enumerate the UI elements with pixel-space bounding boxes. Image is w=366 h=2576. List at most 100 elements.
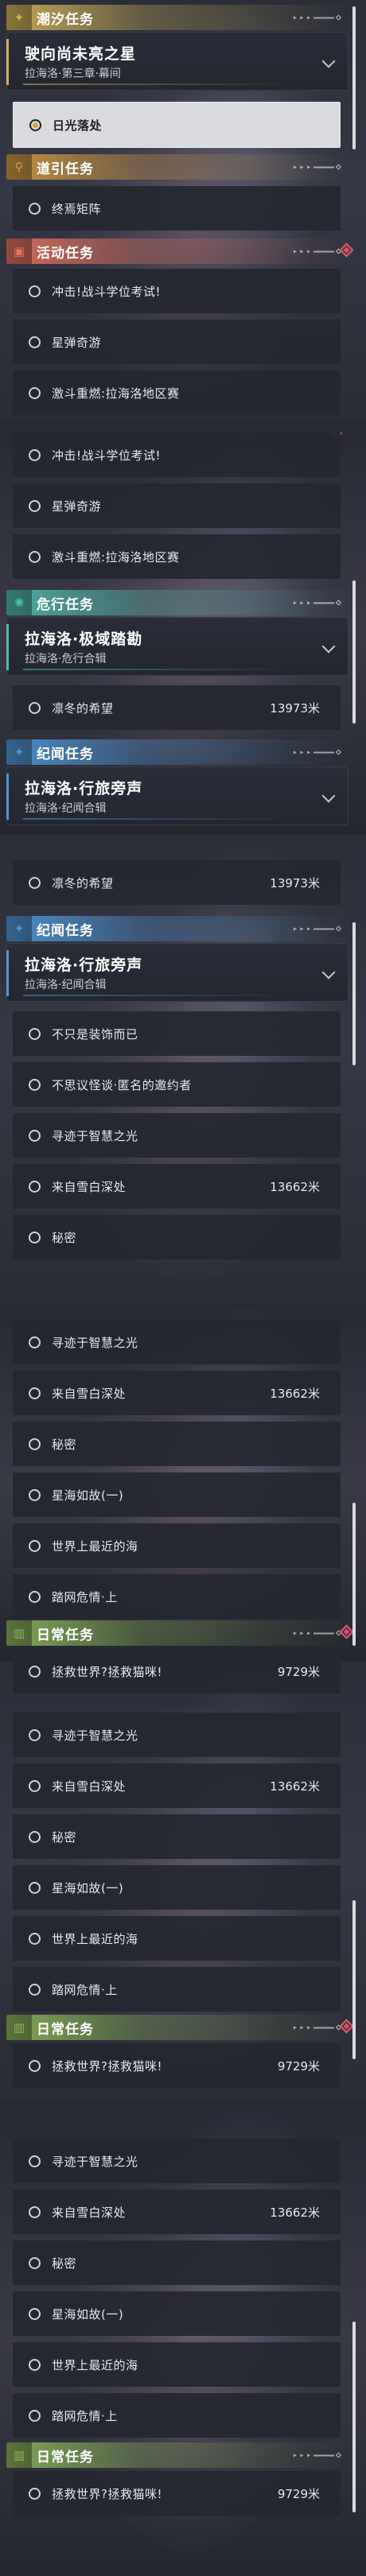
quest-series-card[interactable]: 驶向尚未亮之星 拉海洛·第三章·幕间: [6, 32, 348, 91]
radio-circle-icon[interactable]: [29, 1129, 41, 1142]
quest-category-header[interactable]: ▣ 活动任务 ▸ ▸ ▸: [6, 239, 354, 264]
quest-category-header[interactable]: ▥ 日常任务 ▸ ▸ ▸: [6, 2015, 354, 2040]
radio-circle-icon[interactable]: [29, 2409, 41, 2422]
quest-category-header[interactable]: ✦ 潮汐任务 ▸ ▸ ▸: [6, 5, 348, 30]
quest-item[interactable]: 寻迹于智慧之光: [13, 2139, 341, 2183]
quest-item[interactable]: 秘密: [13, 2240, 341, 2285]
chevron-down-icon[interactable]: [321, 965, 336, 980]
quest-item[interactable]: 日光落处: [13, 102, 341, 148]
scrollbar-thumb[interactable]: [352, 1503, 356, 1646]
quest-item[interactable]: 世界上最近的海: [13, 2342, 341, 2387]
quest-item[interactable]: 踏网危情·上: [13, 1967, 341, 2012]
quest-item[interactable]: 踏网危情·上: [13, 1574, 341, 1619]
quest-item[interactable]: 星弹奇游: [13, 483, 341, 528]
quest-item[interactable]: 拯救世界?拯救猫咪! 9729米: [13, 1649, 341, 1693]
radio-circle-icon[interactable]: [29, 448, 41, 461]
radio-circle-icon[interactable]: [29, 1830, 41, 1843]
chevron-down-icon[interactable]: [321, 54, 336, 68]
quest-item[interactable]: 寻迹于智慧之光: [13, 1320, 341, 1364]
radio-circle-icon[interactable]: [29, 1488, 41, 1501]
radio-circle-icon[interactable]: [29, 2307, 41, 2320]
radio-circle-icon[interactable]: [29, 2059, 41, 2072]
quest-item[interactable]: 星海如故(一): [13, 2291, 341, 2336]
radio-circle-icon[interactable]: [29, 2206, 41, 2218]
radio-circle-icon[interactable]: [29, 550, 41, 563]
quest-item[interactable]: 寻迹于智慧之光: [13, 1113, 341, 1158]
quest-item[interactable]: 冲击!战斗学位考试!: [13, 269, 341, 313]
radio-circle-icon[interactable]: [29, 1231, 41, 1243]
radio-circle-icon[interactable]: [29, 1539, 41, 1552]
quest-item[interactable]: 来自雪白深处 13662米: [13, 1164, 341, 1208]
quest-item[interactable]: 秘密: [13, 1422, 341, 1466]
radio-circle-icon[interactable]: [29, 386, 41, 399]
radio-circle-icon[interactable]: [29, 285, 41, 297]
quest-item[interactable]: 踏网危情·上: [13, 2393, 341, 2438]
radio-circle-icon[interactable]: [29, 1590, 41, 1603]
quest-item[interactable]: 不只是装饰而已: [13, 1011, 341, 1056]
radio-circle-icon[interactable]: [29, 1078, 41, 1091]
quest-series-card[interactable]: 拉海洛·极域踏勘 拉海洛·危行合辑: [6, 617, 348, 676]
quest-item[interactable]: 拯救世界?拯救猫咪! 9729米: [13, 2471, 341, 2516]
quest-category-header[interactable]: ✺ 危行任务 ▸ ▸ ▸: [6, 590, 348, 615]
scrollbar-thumb[interactable]: [352, 580, 356, 724]
chevron-down-icon[interactable]: [321, 639, 336, 654]
radio-circle-icon[interactable]: [29, 1180, 41, 1193]
quest-item[interactable]: 凛冬的希望 13973米: [13, 860, 341, 905]
radio-circle-icon[interactable]: [29, 118, 41, 131]
radio-circle-icon[interactable]: [29, 499, 41, 512]
radio-circle-icon[interactable]: [29, 1665, 41, 1678]
radio-circle-icon[interactable]: [29, 1983, 41, 1996]
quest-item[interactable]: 终焉矩阵: [13, 186, 341, 231]
quest-item[interactable]: 星海如故(一): [13, 1472, 341, 1517]
quest-item[interactable]: 来自雪白深处 13662米: [13, 1371, 341, 1415]
radio-circle-icon[interactable]: [29, 1779, 41, 1792]
radio-circle-icon[interactable]: [29, 1336, 41, 1348]
radio-circle-icon[interactable]: [29, 1932, 41, 1945]
quest-item[interactable]: 星弹奇游: [13, 320, 341, 364]
quest-category-header[interactable]: ⚲ 道引任务 ▸ ▸ ▸: [6, 154, 348, 180]
quest-item[interactable]: 世界上最近的海: [13, 1916, 341, 1961]
quest-series-card[interactable]: 拉海洛·行旅旁声 拉海洛·纪闻合辑: [6, 943, 348, 1002]
radio-circle-icon[interactable]: [29, 1387, 41, 1399]
quest-item[interactable]: 星海如故(一): [13, 1865, 341, 1910]
quest-category-header[interactable]: ▥ 日常任务 ▸ ▸ ▸: [6, 1620, 354, 1646]
quest-item[interactable]: 寻迹于智慧之光: [13, 1713, 341, 1757]
quest-item[interactable]: 世界上最近的海: [13, 1523, 341, 1568]
radio-circle-icon[interactable]: [29, 876, 41, 889]
radio-circle-icon[interactable]: [29, 1027, 41, 1040]
chevron-down-icon[interactable]: [321, 789, 336, 803]
quest-item[interactable]: 凛冬的希望 13973米: [13, 685, 341, 730]
scrollbar-thumb[interactable]: [352, 2322, 356, 2512]
radio-circle-icon[interactable]: [29, 1881, 41, 1894]
quest-item[interactable]: 冲击!战斗学位考试!: [13, 433, 341, 477]
quest-category-title: 日常任务: [37, 2021, 94, 2038]
quest-category-header[interactable]: ▥ 日常任务 ▸ ▸ ▸: [6, 2442, 348, 2468]
card-subtitle: 拉海洛·纪闻合辑: [25, 802, 107, 815]
header-deco-diamond: [335, 599, 342, 606]
quest-item[interactable]: 激斗重燃:拉海洛地区赛: [13, 534, 341, 579]
radio-circle-icon[interactable]: [29, 701, 41, 714]
quest-category-header[interactable]: ✦ 纪闻任务 ▸ ▸ ▸: [6, 739, 348, 765]
quest-item[interactable]: 秘密: [13, 1814, 341, 1859]
quest-item[interactable]: 秘密: [13, 1215, 341, 1259]
quest-category-header[interactable]: ✦ 纪闻任务 ▸ ▸ ▸: [6, 916, 348, 941]
book-icon: ▥: [6, 2442, 32, 2468]
radio-circle-icon[interactable]: [29, 336, 41, 348]
quest-item[interactable]: 激斗重燃:拉海洛地区赛: [13, 370, 341, 415]
scrollbar-thumb[interactable]: [352, 1900, 356, 2059]
quest-item[interactable]: 拯救世界?拯救猫咪! 9729米: [13, 2043, 341, 2088]
radio-circle-icon[interactable]: [29, 2358, 41, 2371]
radio-circle-icon[interactable]: [29, 2487, 41, 2500]
quest-distance: 9729米: [277, 1664, 320, 1679]
radio-circle-icon[interactable]: [29, 2256, 41, 2269]
quest-item[interactable]: 来自雪白深处 13662米: [13, 2190, 341, 2234]
quest-item[interactable]: 来自雪白深处 13662米: [13, 1763, 341, 1808]
radio-circle-icon[interactable]: [29, 202, 41, 215]
quest-series-card[interactable]: 拉海洛·行旅旁声 拉海洛·纪闻合辑: [6, 766, 348, 825]
quest-item[interactable]: 不思议怪谈·匿名的邀约者: [13, 1062, 341, 1107]
radio-circle-icon[interactable]: [29, 1728, 41, 1741]
scrollbar-thumb[interactable]: [352, 6, 356, 149]
scrollbar-thumb[interactable]: [352, 922, 356, 1065]
radio-circle-icon[interactable]: [29, 2155, 41, 2167]
radio-circle-icon[interactable]: [29, 1437, 41, 1450]
